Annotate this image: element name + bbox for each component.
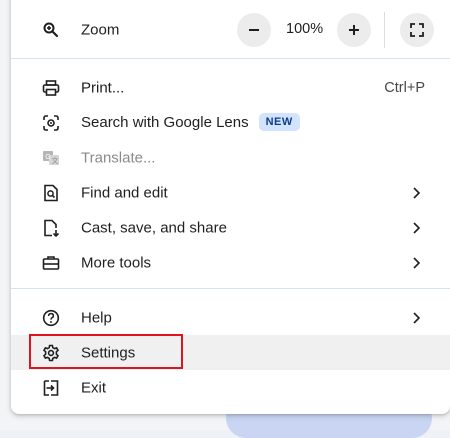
menu-item-label: Translate... bbox=[81, 149, 156, 166]
chevron-right-icon bbox=[413, 186, 421, 199]
zoom-label: Zoom bbox=[81, 21, 120, 39]
menu-item-label: Search with Google Lens bbox=[81, 113, 249, 131]
shortcut-text: Ctrl+P bbox=[384, 79, 425, 96]
plus-icon bbox=[349, 25, 359, 35]
menu-item-label: Find and edit bbox=[81, 184, 168, 201]
menu-item-label: More tools bbox=[81, 254, 152, 271]
menu-item-find-and-edit[interactable]: Find and edit bbox=[11, 175, 450, 210]
toolbox-icon bbox=[41, 253, 61, 273]
chevron-right-icon bbox=[413, 256, 421, 269]
svg-text:G: G bbox=[45, 154, 50, 161]
menu-item-label: Help bbox=[81, 309, 112, 326]
zoom-increase-button[interactable] bbox=[337, 13, 371, 47]
help-icon bbox=[41, 308, 61, 328]
minus-icon bbox=[249, 29, 259, 31]
fullscreen-button[interactable] bbox=[400, 13, 434, 47]
menu-item-google-lens[interactable]: Search with Google Lens NEW bbox=[11, 105, 450, 140]
zoom-separator bbox=[384, 12, 385, 48]
svg-text:文: 文 bbox=[52, 156, 59, 165]
menu-item-exit[interactable]: Exit bbox=[11, 370, 450, 405]
lens-label-wrap: Search with Google Lens NEW bbox=[81, 112, 300, 131]
zoom-value: 100% bbox=[286, 21, 324, 37]
menu-item-print[interactable]: Print... Ctrl+P bbox=[11, 70, 450, 105]
google-lens-icon bbox=[41, 113, 61, 133]
settings-highlight-box bbox=[29, 334, 183, 369]
new-badge: NEW bbox=[258, 112, 300, 131]
menu-item-cast-save-share[interactable]: Cast, save, and share bbox=[11, 210, 450, 245]
menu-item-label: Exit bbox=[81, 379, 107, 396]
find-icon bbox=[41, 183, 61, 203]
chevron-right-icon bbox=[413, 221, 421, 234]
menu-item-help[interactable]: Help bbox=[11, 300, 450, 335]
cast-save-icon bbox=[41, 218, 61, 238]
zoom-row: Zoom 100% bbox=[11, 12, 450, 48]
menu-item-more-tools[interactable]: More tools bbox=[11, 245, 450, 280]
menu-divider bbox=[11, 58, 450, 59]
translate-icon: G 文 bbox=[41, 148, 61, 168]
exit-icon bbox=[41, 378, 61, 398]
printer-icon bbox=[41, 78, 61, 98]
menu-item-label: Cast, save, and share bbox=[81, 219, 227, 236]
menu-divider bbox=[11, 288, 450, 289]
menu-item-label: Print... bbox=[81, 79, 125, 96]
fullscreen-icon bbox=[410, 23, 424, 37]
zoom-icon bbox=[41, 20, 61, 40]
chevron-right-icon bbox=[413, 311, 421, 324]
zoom-decrease-button[interactable] bbox=[237, 13, 271, 47]
menu-item-translate: G 文 Translate... bbox=[11, 140, 450, 175]
